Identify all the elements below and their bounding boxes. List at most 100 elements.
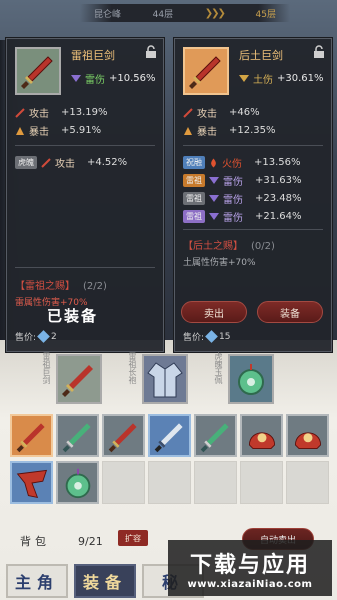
sword-icon [108,422,137,452]
divider [15,267,155,268]
inventory-empty-slot[interactable] [102,461,145,504]
set-effect: 土属性伤害+70% [183,258,256,268]
equipped-slots: 雷祖巨剑 雷祖长袍 虎魄玉佩 [0,348,337,410]
gem-icon [205,330,218,343]
extra-value: +23.48% [255,193,302,204]
sword-icon [189,56,221,89]
extra-value: +4.52% [87,157,128,168]
crit-value: +12.35% [229,125,276,136]
extra-value: +13.56% [254,157,301,168]
thunder-icon [209,213,219,220]
extra-stat: 雷祖 雷伤 +31.63% [183,173,302,188]
set-count: (2/2) [83,281,107,292]
inventory-item[interactable] [10,414,53,457]
sell-price: 售价: 2 [15,330,57,343]
crit-value: +5.91% [61,125,102,136]
green-sword-icon [200,422,229,452]
extra-stat: 祝融 火伤 +13.56% [183,155,301,170]
expand-button[interactable]: 扩容 [118,530,148,546]
bag-count: 9/21 [78,534,103,548]
extra-stat: 虎魄 攻击 +4.52% [15,155,127,170]
set-name: 【雷祖之赐】 [15,281,75,292]
item-portrait [183,47,229,95]
inventory-item[interactable] [102,414,145,457]
extra-label: 攻击 [55,159,75,170]
inventory-item[interactable] [56,461,99,504]
attack-stat: 攻击 +13.19% [15,105,108,120]
attack-icon [183,107,193,118]
attack-label: 攻击 [29,109,49,120]
crit-label: 暴击 [197,127,217,138]
robe-icon [147,362,183,398]
equipped-accessory-slot[interactable] [228,354,274,404]
to-level: 45层 [255,9,276,20]
lock-icon[interactable] [145,45,157,59]
sell-price: 售价: 15 [183,330,231,343]
crit-icon [16,126,24,135]
attack-stat: 攻击 +46% [183,105,260,120]
main-stat: 土伤 +30.61% [239,71,324,86]
inventory-empty-slot[interactable] [148,461,191,504]
equipped-label: 已装备 [47,307,99,325]
equipped-armor-slot[interactable] [142,354,188,404]
inventory-empty-slot[interactable] [240,461,283,504]
jade-pendant-icon [65,468,90,498]
inventory-item[interactable] [10,461,53,504]
gem-icon [37,330,50,343]
extra-label: 雷伤 [223,195,243,206]
inventory-item[interactable] [148,414,191,457]
attack-value: +13.19% [61,107,108,118]
extra-value: +31.63% [255,175,302,186]
watermark-title: 下载与应用 [189,552,310,578]
main-stat-value: +30.61% [277,73,324,84]
inventory-empty-slot[interactable] [194,461,237,504]
price-label: 售价: [15,333,37,343]
jade-pendant-icon [238,364,264,395]
inventory-item[interactable] [286,414,329,457]
watermark: 下载与应用 www.xiazaiNiao.com [168,540,332,596]
inventory-item[interactable] [194,414,237,457]
slot-label-armor: 雷祖长袍 [128,352,137,384]
extra-label: 雷伤 [223,213,243,224]
tab-hero[interactable]: 主角 [6,564,68,598]
extra-label: 火伤 [222,159,242,170]
sword-icon [62,365,93,397]
set-title: 【雷祖之赐】 (2/2) [15,277,107,292]
bag-label: 背包 [20,535,50,548]
sword-icon [21,56,53,89]
inventory-item[interactable] [240,414,283,457]
price-label: 售价: [183,333,205,343]
inventory-empty-slot[interactable] [286,461,329,504]
lock-icon[interactable] [313,45,325,59]
attack-value: +46% [229,107,260,118]
area-name: 昆仑峰 [94,9,122,20]
slot-label-accessory: 虎魄玉佩 [214,352,223,384]
affix-tag: 雷祖 [183,210,205,223]
main-stat: 雷伤 +10.56% [71,71,156,86]
equip-button[interactable]: 装备 [257,301,323,323]
extra-stat: 雷祖 雷伤 +21.64% [183,209,302,224]
silver-sword-icon [154,422,183,452]
level-progress-bar: 昆仑峰 44层 ❯❯❯ 45层 [80,4,290,22]
divider [15,145,155,146]
tab-equipment[interactable]: 装备 [74,564,136,598]
main-stat-label: 土伤 [253,75,273,86]
affix-tag: 虎魄 [15,156,37,169]
from-level: 44层 [152,9,174,20]
arrows-icon: ❯❯❯ [204,7,226,19]
set-count: (0/2) [251,241,275,252]
crit-stat: 暴击 +12.35% [183,123,276,138]
helmet-icon [248,431,275,449]
extra-stat: 雷祖 雷伤 +23.48% [183,191,302,206]
crit-stat: 暴击 +5.91% [15,123,101,138]
scarf-icon [16,469,47,498]
green-sword-icon [62,422,91,452]
item-name: 后土巨剑 [239,49,283,62]
fire-icon [211,158,216,167]
equipped-weapon-slot[interactable] [56,354,102,404]
divider [183,145,323,146]
rarity-icon [71,75,81,82]
sell-button[interactable]: 卖出 [181,301,247,323]
inventory-grid [10,414,329,524]
inventory-item[interactable] [56,414,99,457]
